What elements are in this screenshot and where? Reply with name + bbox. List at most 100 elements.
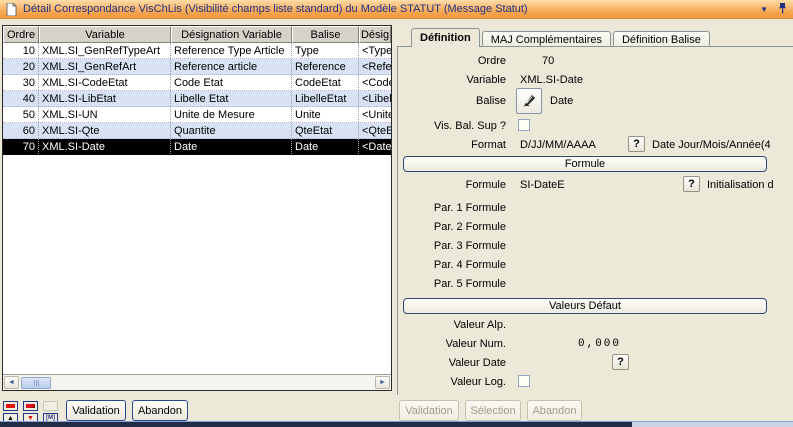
scroll-right-icon[interactable]: ► xyxy=(375,376,390,389)
nav-button-2[interactable] xyxy=(23,401,38,411)
cell-desig-balise: <Libell xyxy=(359,91,391,106)
cell-designation: Unite de Mesure xyxy=(171,107,292,122)
cell-designation: Quantite xyxy=(171,123,292,138)
table-row-selected[interactable]: 70 XML.SI-Date Date Date <Date xyxy=(3,139,391,155)
column-header-desig-balise[interactable]: Désig xyxy=(359,26,391,43)
tab-definition-balise[interactable]: Définition Balise xyxy=(613,31,710,47)
bottom-window-edge xyxy=(0,421,793,427)
collapse-arrow-icon[interactable]: ▼ xyxy=(760,5,768,14)
valeur-log-label: Valeur Log. xyxy=(398,376,506,388)
dialog-window: Détail Correspondance VisChLis (Visibili… xyxy=(0,0,793,427)
abandon-button[interactable]: Abandon xyxy=(132,400,188,421)
cell-ordre: 30 xyxy=(3,75,39,90)
formule-help-button[interactable]: ? xyxy=(683,176,700,192)
formule-value[interactable]: SI-DateE xyxy=(520,179,565,191)
abandon-button-disabled[interactable]: Abandon xyxy=(527,400,582,421)
valeur-date-help-button[interactable]: ? xyxy=(612,354,629,370)
table-row[interactable]: 20 XML.SI_GenRefArt Reference article Re… xyxy=(3,59,391,75)
cell-desig-balise: <Type xyxy=(359,43,391,58)
cell-balise: Reference xyxy=(292,59,359,74)
valeurs-defaut-section-header: Valeurs Défaut xyxy=(403,298,767,314)
cell-variable: XML.SI_GenRefTypeArt xyxy=(39,43,171,58)
horizontal-scrollbar[interactable]: ◄ ► xyxy=(3,374,391,390)
variable-value: XML.SI-Date xyxy=(520,74,583,86)
red-gradient-bar-icon xyxy=(26,404,35,408)
format-label: Format xyxy=(398,139,506,151)
cell-balise: Type xyxy=(292,43,359,58)
cell-balise: QteEtat xyxy=(292,123,359,138)
table-row[interactable]: 60 XML.SI-Qte Quantite QteEtat <QteE xyxy=(3,123,391,139)
formule-section-title: Formule xyxy=(565,158,605,170)
cell-designation: Reference Type Article xyxy=(171,43,292,58)
cell-ordre: 10 xyxy=(3,43,39,58)
cell-designation: Reference article xyxy=(171,59,292,74)
balise-label: Balise xyxy=(398,95,506,107)
cell-desig-balise: <Unite xyxy=(359,107,391,122)
cell-desig-balise: <Code xyxy=(359,75,391,90)
column-header-balise[interactable]: Balise xyxy=(292,26,359,43)
scroll-left-icon[interactable]: ◄ xyxy=(4,376,19,389)
cell-variable: XML.SI-Qte xyxy=(39,123,171,138)
validation-button-disabled[interactable]: Validation xyxy=(399,400,459,421)
records-table: Ordre Variable Désignation Variable Bali… xyxy=(2,25,392,391)
selection-button-disabled[interactable]: Sélection xyxy=(465,400,521,421)
column-header-ordre[interactable]: Ordre xyxy=(3,26,39,43)
cell-variable: XML.SI-Date xyxy=(39,139,171,154)
valeur-date-label: Valeur Date xyxy=(398,357,506,369)
document-icon xyxy=(6,3,17,16)
title-bar: Détail Correspondance VisChLis (Visibili… xyxy=(0,0,793,19)
cell-variable: XML.SI-CodeEtat xyxy=(39,75,171,90)
format-help-button[interactable]: ? xyxy=(628,136,645,152)
column-header-designation[interactable]: Désignation Variable xyxy=(171,26,292,43)
pin-icon[interactable] xyxy=(778,2,787,17)
definition-panel: Ordre 70 Variable XML.SI-Date Balise Dat… xyxy=(397,46,793,395)
table-row[interactable]: 10 XML.SI_GenRefTypeArt Reference Type A… xyxy=(3,43,391,59)
cell-ordre: 60 xyxy=(3,123,39,138)
table-row[interactable]: 30 XML.SI-CodeEtat Code Etat CodeEtat <C… xyxy=(3,75,391,91)
nav-button-3[interactable] xyxy=(43,401,58,411)
cell-designation: Code Etat xyxy=(171,75,292,90)
format-value[interactable]: D/JJ/MM/AAAA xyxy=(520,139,596,151)
nav-button-1[interactable] xyxy=(3,401,18,411)
pen-icon xyxy=(521,92,537,111)
tab-bar: Définition MAJ Complémentaires Définitio… xyxy=(399,28,712,47)
cell-balise: LibelleEtat xyxy=(292,91,359,106)
formule-section-header: Formule xyxy=(403,156,767,172)
valeur-num-label: Valeur Num. xyxy=(398,338,506,350)
table-row[interactable]: 40 XML.SI-LibEtat Libelle Etat LibelleEt… xyxy=(3,91,391,107)
variable-label: Variable xyxy=(398,74,506,86)
formule-label: Formule xyxy=(398,179,506,191)
cell-ordre: 20 xyxy=(3,59,39,74)
table-row[interactable]: 50 XML.SI-UN Unite de Mesure Unite <Unit… xyxy=(3,107,391,123)
record-nav-toolbar: ▲ ▼ [M] xyxy=(3,401,58,423)
cell-ordre: 50 xyxy=(3,107,39,122)
scrollbar-thumb[interactable] xyxy=(21,377,51,389)
cell-balise: CodeEtat xyxy=(292,75,359,90)
cell-ordre: 40 xyxy=(3,91,39,106)
cell-ordre: 70 xyxy=(3,139,39,154)
cell-variable: XML.SI-UN xyxy=(39,107,171,122)
ordre-value: 70 xyxy=(542,55,554,67)
cell-desig-balise: <QteE xyxy=(359,123,391,138)
par3-formule-label: Par. 3 Formule xyxy=(398,240,506,252)
tab-definition[interactable]: Définition xyxy=(411,28,480,47)
balise-edit-button[interactable] xyxy=(516,88,542,114)
balise-value: Date xyxy=(550,95,573,107)
valeur-num-value[interactable]: 0,000 xyxy=(578,338,621,350)
cell-balise: Date xyxy=(292,139,359,154)
cell-designation: Date xyxy=(171,139,292,154)
valeur-log-checkbox[interactable] xyxy=(518,375,530,387)
ordre-label: Ordre xyxy=(398,55,506,67)
window-title: Détail Correspondance VisChLis (Visibili… xyxy=(23,3,528,15)
vis-bal-sup-checkbox[interactable] xyxy=(518,119,530,131)
column-header-variable[interactable]: Variable xyxy=(39,26,171,43)
validation-button[interactable]: Validation xyxy=(66,400,126,421)
cell-variable: XML.SI_GenRefArt xyxy=(39,59,171,74)
par1-formule-label: Par. 1 Formule xyxy=(398,202,506,214)
cell-desig-balise: <Refer xyxy=(359,59,391,74)
cell-balise: Unite xyxy=(292,107,359,122)
format-description: Date Jour/Mois/Année(4 xyxy=(652,139,771,151)
table-header-row: Ordre Variable Désignation Variable Bali… xyxy=(3,26,391,43)
tab-maj-complementaires[interactable]: MAJ Complémentaires xyxy=(482,31,611,47)
cell-variable: XML.SI-LibEtat xyxy=(39,91,171,106)
